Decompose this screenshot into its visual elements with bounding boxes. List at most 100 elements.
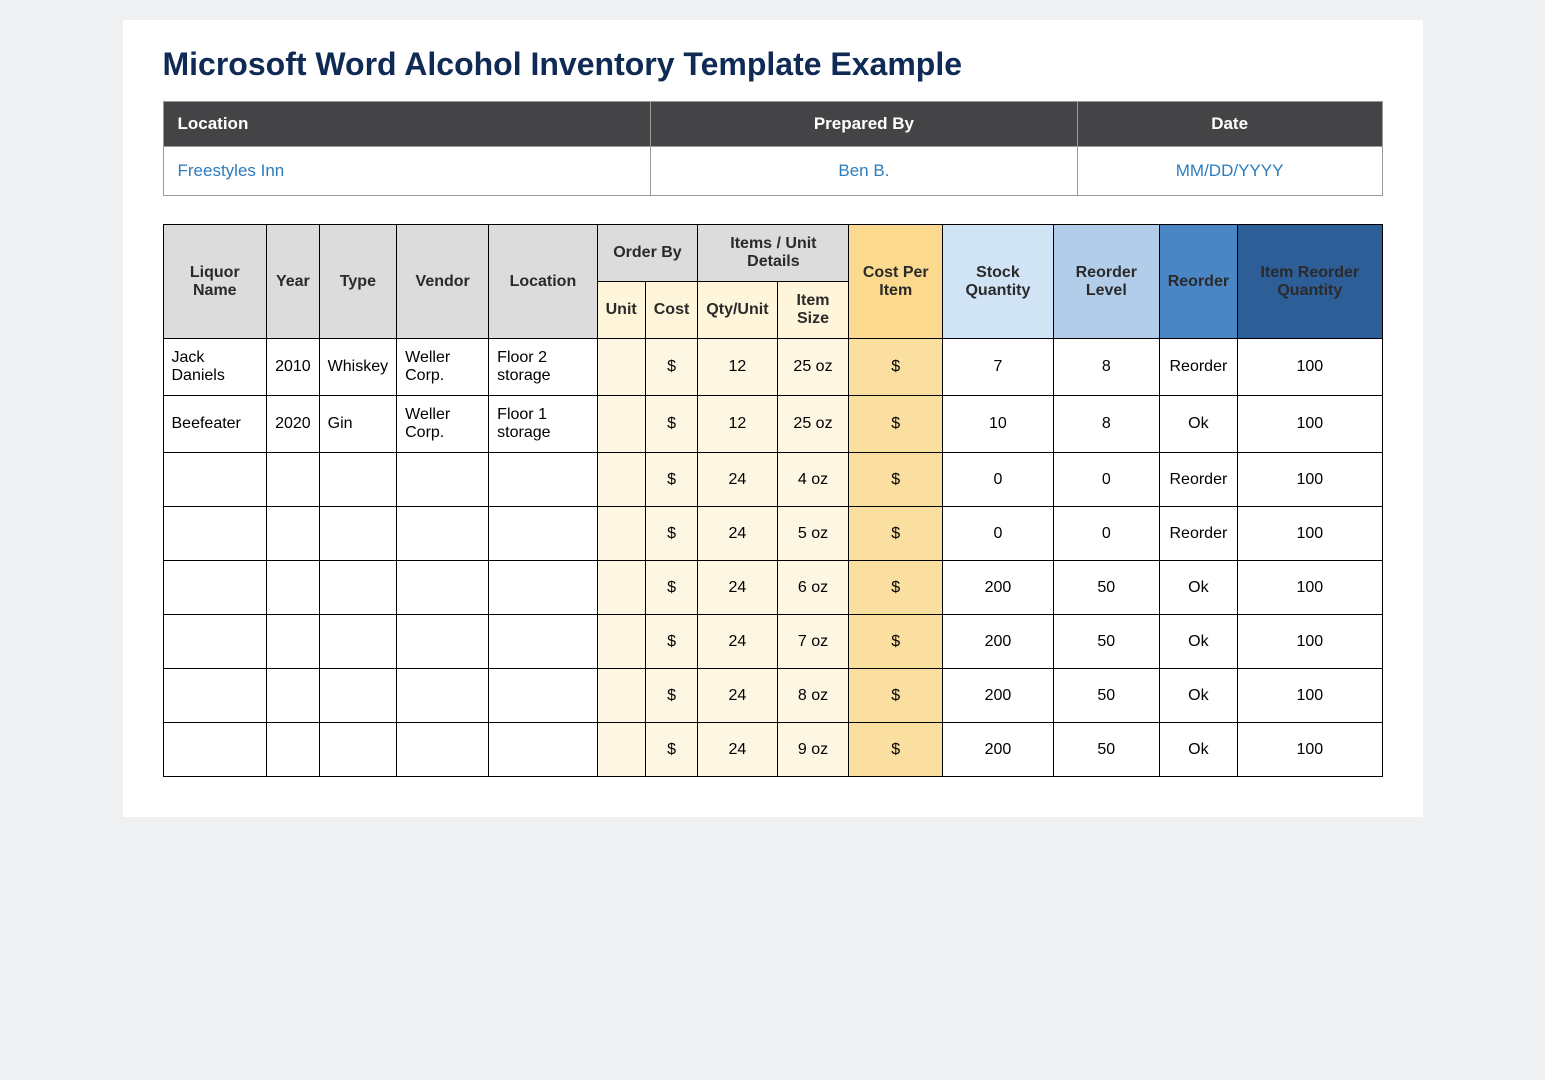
cell-order_cost[interactable]: $: [645, 669, 698, 723]
cell-name[interactable]: [163, 507, 267, 561]
cell-name[interactable]: [163, 723, 267, 777]
cell-qty_unit[interactable]: 24: [698, 723, 777, 777]
cell-order_cost[interactable]: $: [645, 339, 698, 396]
cell-order_unit[interactable]: [597, 615, 645, 669]
cell-stock_qty[interactable]: 200: [942, 723, 1053, 777]
cell-name[interactable]: Jack Daniels: [163, 339, 267, 396]
cell-reorder_qty[interactable]: 100: [1238, 723, 1382, 777]
cell-reorder[interactable]: Ok: [1159, 561, 1237, 615]
cell-reorder_qty[interactable]: 100: [1238, 561, 1382, 615]
cell-reorder_level[interactable]: 0: [1053, 453, 1159, 507]
cell-qty_unit[interactable]: 12: [698, 339, 777, 396]
cell-name[interactable]: [163, 453, 267, 507]
cell-type[interactable]: [319, 615, 396, 669]
cell-name[interactable]: [163, 615, 267, 669]
cell-order_unit[interactable]: [597, 507, 645, 561]
cell-reorder_level[interactable]: 50: [1053, 615, 1159, 669]
cell-order_cost[interactable]: $: [645, 561, 698, 615]
cell-year[interactable]: [267, 669, 320, 723]
cell-item_size[interactable]: 25 oz: [777, 339, 849, 396]
cell-cost_per_item[interactable]: $: [849, 723, 942, 777]
cell-vendor[interactable]: [397, 615, 489, 669]
cell-name[interactable]: [163, 561, 267, 615]
info-value-location[interactable]: Freestyles Inn: [163, 147, 651, 196]
cell-vendor[interactable]: Weller Corp.: [397, 339, 489, 396]
cell-qty_unit[interactable]: 24: [698, 507, 777, 561]
cell-order_cost[interactable]: $: [645, 723, 698, 777]
cell-type[interactable]: [319, 453, 396, 507]
cell-qty_unit[interactable]: 24: [698, 669, 777, 723]
cell-reorder_qty[interactable]: 100: [1238, 615, 1382, 669]
cell-vendor[interactable]: [397, 507, 489, 561]
cell-qty_unit[interactable]: 12: [698, 396, 777, 453]
cell-reorder_qty[interactable]: 100: [1238, 396, 1382, 453]
cell-type[interactable]: Whiskey: [319, 339, 396, 396]
cell-year[interactable]: [267, 507, 320, 561]
cell-order_unit[interactable]: [597, 723, 645, 777]
cell-year[interactable]: [267, 615, 320, 669]
cell-location[interactable]: [489, 615, 597, 669]
cell-order_unit[interactable]: [597, 669, 645, 723]
cell-order_cost[interactable]: $: [645, 453, 698, 507]
info-value-date[interactable]: MM/DD/YYYY: [1077, 147, 1382, 196]
cell-reorder_level[interactable]: 8: [1053, 339, 1159, 396]
cell-qty_unit[interactable]: 24: [698, 561, 777, 615]
cell-location[interactable]: [489, 561, 597, 615]
cell-reorder_qty[interactable]: 100: [1238, 453, 1382, 507]
cell-vendor[interactable]: [397, 561, 489, 615]
cell-reorder_level[interactable]: 8: [1053, 396, 1159, 453]
cell-item_size[interactable]: 6 oz: [777, 561, 849, 615]
cell-item_size[interactable]: 7 oz: [777, 615, 849, 669]
cell-order_cost[interactable]: $: [645, 396, 698, 453]
cell-item_size[interactable]: 5 oz: [777, 507, 849, 561]
cell-item_size[interactable]: 9 oz: [777, 723, 849, 777]
cell-stock_qty[interactable]: 200: [942, 561, 1053, 615]
cell-vendor[interactable]: [397, 453, 489, 507]
cell-item_size[interactable]: 25 oz: [777, 396, 849, 453]
cell-reorder[interactable]: Reorder: [1159, 339, 1237, 396]
cell-location[interactable]: [489, 723, 597, 777]
cell-reorder[interactable]: Ok: [1159, 396, 1237, 453]
cell-order_unit[interactable]: [597, 561, 645, 615]
cell-location[interactable]: [489, 453, 597, 507]
cell-reorder_level[interactable]: 0: [1053, 507, 1159, 561]
cell-reorder_qty[interactable]: 100: [1238, 507, 1382, 561]
cell-cost_per_item[interactable]: $: [849, 561, 942, 615]
cell-reorder_qty[interactable]: 100: [1238, 669, 1382, 723]
cell-location[interactable]: Floor 2 storage: [489, 339, 597, 396]
cell-type[interactable]: [319, 723, 396, 777]
cell-vendor[interactable]: [397, 669, 489, 723]
cell-stock_qty[interactable]: 0: [942, 507, 1053, 561]
cell-stock_qty[interactable]: 0: [942, 453, 1053, 507]
cell-reorder[interactable]: Ok: [1159, 615, 1237, 669]
cell-cost_per_item[interactable]: $: [849, 507, 942, 561]
cell-stock_qty[interactable]: 200: [942, 615, 1053, 669]
cell-cost_per_item[interactable]: $: [849, 453, 942, 507]
cell-year[interactable]: [267, 561, 320, 615]
cell-type[interactable]: [319, 561, 396, 615]
cell-year[interactable]: [267, 453, 320, 507]
cell-stock_qty[interactable]: 200: [942, 669, 1053, 723]
cell-cost_per_item[interactable]: $: [849, 396, 942, 453]
cell-vendor[interactable]: Weller Corp.: [397, 396, 489, 453]
cell-year[interactable]: [267, 723, 320, 777]
cell-order_cost[interactable]: $: [645, 615, 698, 669]
cell-year[interactable]: 2020: [267, 396, 320, 453]
cell-vendor[interactable]: [397, 723, 489, 777]
cell-reorder[interactable]: Reorder: [1159, 453, 1237, 507]
cell-location[interactable]: [489, 669, 597, 723]
cell-order_unit[interactable]: [597, 339, 645, 396]
cell-qty_unit[interactable]: 24: [698, 453, 777, 507]
cell-cost_per_item[interactable]: $: [849, 339, 942, 396]
cell-reorder[interactable]: Ok: [1159, 723, 1237, 777]
cell-location[interactable]: [489, 507, 597, 561]
cell-order_cost[interactable]: $: [645, 507, 698, 561]
cell-type[interactable]: [319, 507, 396, 561]
cell-stock_qty[interactable]: 10: [942, 396, 1053, 453]
cell-item_size[interactable]: 4 oz: [777, 453, 849, 507]
cell-name[interactable]: Beefeater: [163, 396, 267, 453]
cell-order_unit[interactable]: [597, 396, 645, 453]
cell-order_unit[interactable]: [597, 453, 645, 507]
cell-reorder_level[interactable]: 50: [1053, 561, 1159, 615]
cell-item_size[interactable]: 8 oz: [777, 669, 849, 723]
